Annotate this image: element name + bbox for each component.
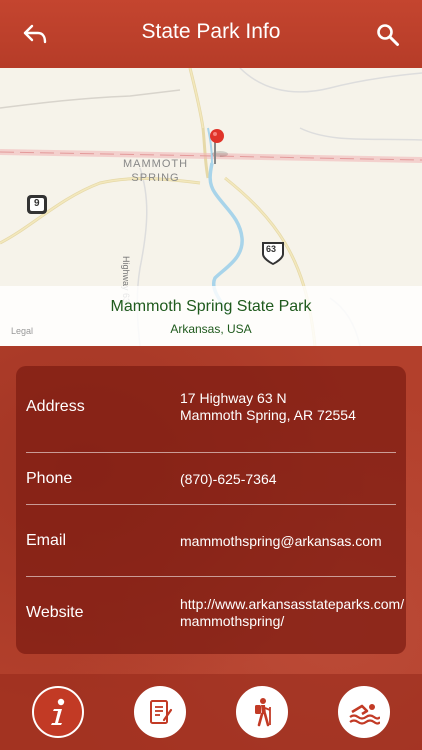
swimmer-icon — [349, 704, 380, 725]
map-label-band — [0, 286, 422, 346]
town-label: MAMMOTH SPRING — [123, 157, 188, 185]
website-line1: http://www.arkansasstateparks.com/ — [180, 596, 405, 612]
legal-link[interactable]: Legal — [11, 326, 33, 336]
divider — [26, 504, 396, 505]
website-value[interactable]: http://www.arkansasstateparks.com/ mammo… — [180, 596, 405, 630]
park-region: Arkansas, USA — [170, 322, 252, 336]
phone-value[interactable]: (870)-625-7364 — [180, 471, 400, 488]
checklist-icon — [150, 700, 173, 724]
town-line1: MAMMOTH — [123, 158, 189, 170]
address-label: Address — [26, 398, 85, 415]
tab-hiking[interactable] — [236, 686, 288, 738]
phone-label: Phone — [26, 470, 73, 487]
route-9-label: 9 — [34, 198, 40, 209]
park-map[interactable]: MAMMOTH SPRING 9 63 Highway 63 N Mammoth… — [0, 68, 422, 346]
tab-info[interactable] — [32, 686, 84, 738]
email-label: Email — [26, 532, 67, 549]
town-line2: SPRING — [131, 172, 180, 184]
divider — [26, 576, 396, 577]
info-card: Address 17 Highway 63 N Mammoth Spring, … — [16, 366, 406, 654]
hiker-icon — [255, 698, 271, 727]
address-line1: 17 Highway 63 N — [180, 390, 287, 406]
website-label: Website — [26, 604, 84, 621]
email-value[interactable]: mammothspring@arkansas.com — [180, 533, 400, 550]
tab-checklist[interactable] — [134, 686, 186, 738]
bottom-tab-bar — [0, 674, 422, 750]
park-name: Mammoth Spring State Park — [110, 298, 312, 315]
info-icon — [51, 698, 65, 725]
page-title: State Park Info — [141, 20, 281, 43]
address-line2: Mammoth Spring, AR 72554 — [180, 407, 356, 423]
route-63-label: 63 — [266, 244, 277, 254]
website-line2: mammothspring/ — [180, 613, 285, 629]
search-icon[interactable] — [376, 23, 400, 47]
address-value[interactable]: 17 Highway 63 N Mammoth Spring, AR 72554 — [180, 390, 400, 424]
divider — [26, 452, 396, 453]
tab-swimming[interactable] — [338, 686, 390, 738]
app-header: State Park Info — [0, 0, 422, 68]
